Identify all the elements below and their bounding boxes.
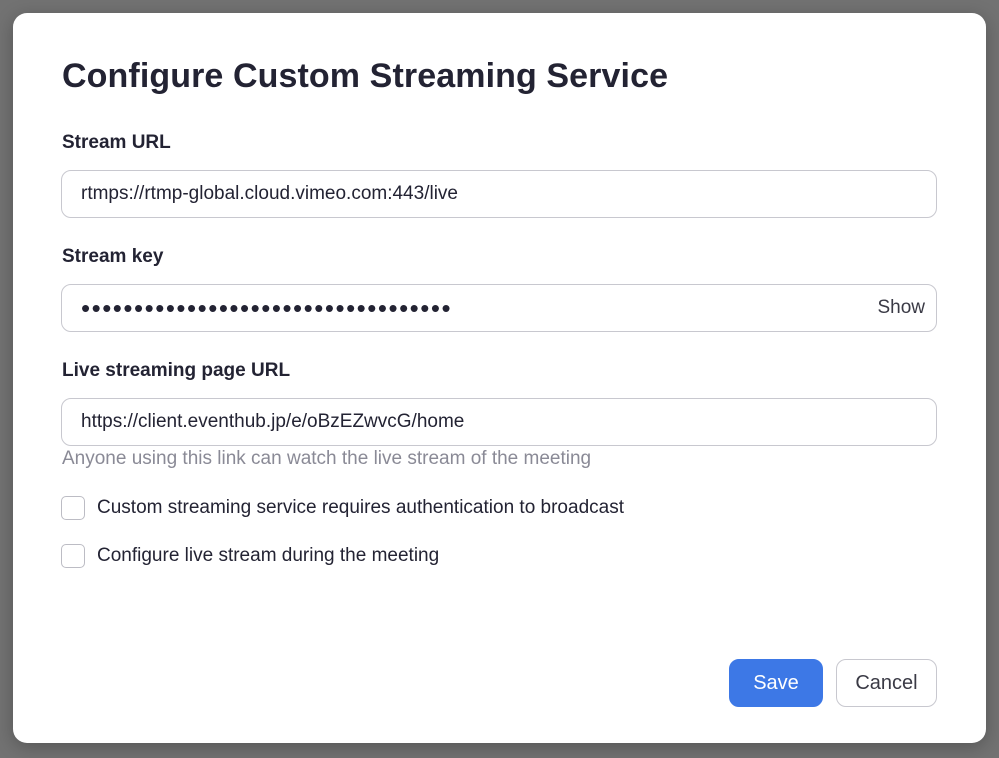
live-page-url-label: Live streaming page URL xyxy=(62,360,291,381)
show-key-button[interactable]: Show xyxy=(873,293,929,323)
dialog-title: Configure Custom Streaming Service xyxy=(62,57,669,95)
configure-streaming-dialog: Configure Custom Streaming Service Strea… xyxy=(13,13,986,743)
stream-url-input[interactable] xyxy=(81,183,917,205)
configure-during-meeting-label[interactable]: Configure live stream during the meeting xyxy=(97,545,439,567)
cancel-button[interactable]: Cancel xyxy=(836,659,937,707)
live-page-url-field[interactable] xyxy=(61,398,937,446)
live-page-url-hint: Anyone using this link can watch the liv… xyxy=(62,448,592,469)
auth-option-row[interactable]: Custom streaming service requires authen… xyxy=(61,496,624,520)
configure-during-meeting-checkbox[interactable] xyxy=(61,544,85,568)
save-button[interactable]: Save xyxy=(729,659,823,707)
stream-url-field[interactable] xyxy=(61,170,937,218)
configure-during-meeting-row[interactable]: Configure live stream during the meeting xyxy=(61,544,439,568)
stream-key-masked-value[interactable]: ••••••••••••••••••••••••••••••••••• xyxy=(81,295,873,321)
auth-required-checkbox[interactable] xyxy=(61,496,85,520)
auth-required-label[interactable]: Custom streaming service requires authen… xyxy=(97,497,624,519)
live-page-url-input[interactable] xyxy=(81,411,917,433)
stream-url-label: Stream URL xyxy=(62,132,171,153)
stream-key-field[interactable]: ••••••••••••••••••••••••••••••••••• Show xyxy=(61,284,937,332)
stream-key-label: Stream key xyxy=(62,246,164,267)
